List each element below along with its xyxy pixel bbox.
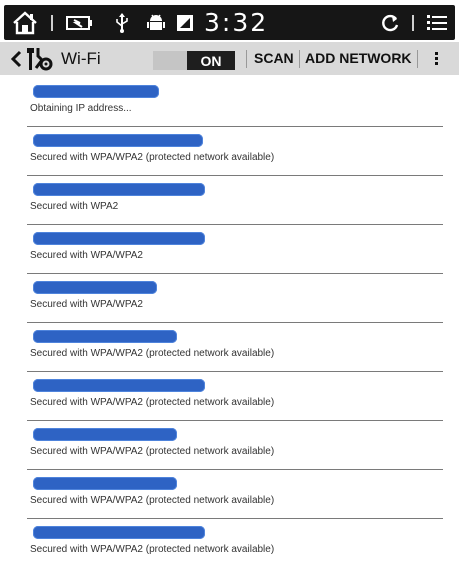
network-item[interactable]: Obtaining IP address... xyxy=(27,78,443,127)
network-status: Secured with WPA/WPA2 xyxy=(30,299,143,310)
clock: 3:32 xyxy=(204,8,269,37)
add-network-button[interactable]: ADD NETWORK xyxy=(305,42,412,75)
action-divider xyxy=(417,50,418,68)
network-status: Secured with WPA/WPA2 (protected network… xyxy=(30,446,275,457)
network-status: Secured with WPA/WPA2 (protected network… xyxy=(30,348,275,359)
scan-button[interactable]: SCAN xyxy=(254,42,294,75)
network-name-redacted xyxy=(33,134,203,147)
network-name-redacted xyxy=(33,526,205,539)
network-status: Secured with WPA/WPA2 xyxy=(30,250,143,261)
network-item[interactable]: Secured with WPA/WPA2 xyxy=(27,225,443,274)
network-status: Secured with WPA/WPA2 (protected network… xyxy=(30,152,275,163)
network-status: Secured with WPA/WPA2 (protected network… xyxy=(30,495,275,506)
up-navigation[interactable] xyxy=(6,42,60,75)
network-item[interactable]: Secured with WPA/WPA2 (protected network… xyxy=(27,323,443,372)
action-bar: Wi-Fi ON SCAN ADD NETWORK xyxy=(0,42,459,75)
network-name-redacted xyxy=(33,281,157,294)
menu-list-icon[interactable] xyxy=(424,5,450,40)
network-item[interactable]: Secured with WPA/WPA2 (protected network… xyxy=(27,519,443,568)
network-item[interactable]: Secured with WPA/WPA2 (protected network… xyxy=(27,372,443,421)
usb-icon xyxy=(112,5,132,40)
toggle-on-label: ON xyxy=(187,51,235,70)
status-bar: 3:32 xyxy=(4,5,455,40)
network-item[interactable]: Secured with WPA/WPA2 (protected network… xyxy=(27,127,443,176)
status-separator xyxy=(51,15,53,31)
network-item[interactable]: Secured with WPA/WPA2 (protected network… xyxy=(27,470,443,519)
refresh-icon[interactable] xyxy=(378,5,402,40)
back-chevron-icon xyxy=(10,50,22,68)
network-item[interactable]: Secured with WPA/WPA2 xyxy=(27,274,443,323)
page-title: Wi-Fi xyxy=(61,49,101,68)
network-status: Secured with WPA/WPA2 (protected network… xyxy=(30,397,275,408)
wifi-toggle[interactable]: ON xyxy=(153,51,235,70)
overflow-menu-icon[interactable] xyxy=(428,42,448,75)
network-name-redacted xyxy=(33,85,159,98)
status-separator xyxy=(412,15,414,31)
action-divider xyxy=(299,50,300,68)
network-status: Secured with WPA2 xyxy=(30,201,119,212)
network-status: Obtaining IP address... xyxy=(30,103,132,114)
network-item[interactable]: Secured with WPA2 xyxy=(27,176,443,225)
android-debug-icon xyxy=(144,5,168,40)
network-name-redacted xyxy=(33,379,205,392)
network-name-redacted xyxy=(33,330,177,343)
home-icon[interactable] xyxy=(10,5,40,40)
settings-tools-icon xyxy=(27,48,53,71)
action-divider xyxy=(246,50,247,68)
sd-card-icon xyxy=(174,5,196,40)
network-name-redacted xyxy=(33,477,177,490)
network-name-redacted xyxy=(33,428,177,441)
battery-icon xyxy=(64,5,96,40)
network-status: Secured with WPA/WPA2 (protected network… xyxy=(30,544,275,555)
network-name-redacted xyxy=(33,183,205,196)
network-item[interactable]: Secured with WPA/WPA2 (protected network… xyxy=(27,421,443,470)
network-name-redacted xyxy=(33,232,205,245)
